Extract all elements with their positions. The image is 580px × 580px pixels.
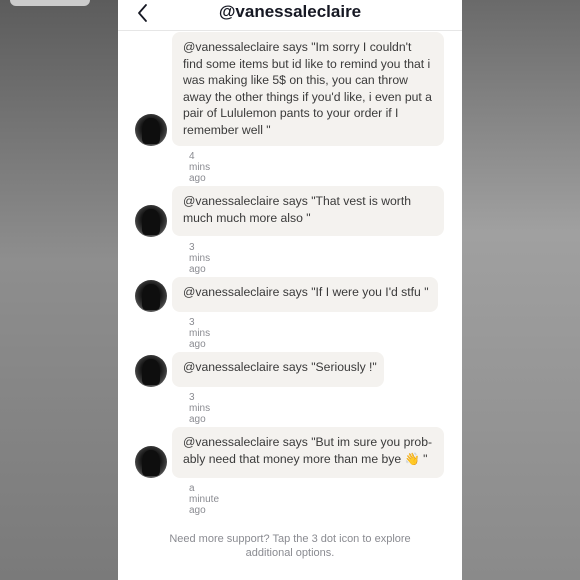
message-timestamp: 4 mins ago: [189, 151, 211, 184]
avatar[interactable]: [135, 355, 167, 387]
message-timestamp: 3 mins ago: [189, 392, 211, 425]
avatar[interactable]: [135, 205, 167, 237]
page-title: @vanessaleclaire: [218, 2, 362, 21]
avatar[interactable]: [135, 280, 167, 312]
chat-screen: @vanessaleclaire @vanessaleclaire says "…: [118, 0, 462, 580]
avatar[interactable]: [135, 446, 167, 478]
chat-header: @vanessaleclaire: [118, 0, 462, 31]
message-bubble[interactable]: @vanessaleclaire says "Im sorry I couldn…: [172, 32, 444, 146]
message-bubble[interactable]: @vanessaleclaire says "If I were you I'd…: [172, 277, 438, 312]
avatar[interactable]: [135, 114, 167, 146]
background-right: [462, 0, 580, 580]
message-bubble[interactable]: @vanessaleclaire says "That vest is wort…: [172, 186, 444, 236]
message-bubble[interactable]: @vanessaleclaire says "But im sure you p…: [172, 427, 444, 478]
message-bubble[interactable]: @vanessaleclaire says "Seriously !": [172, 352, 384, 387]
message-timestamp: 3 mins ago: [189, 242, 211, 275]
background-left: [0, 0, 118, 580]
support-note: Need more support? Tap the 3 dot icon to…: [169, 533, 411, 559]
message-timestamp: a minute ago: [189, 483, 220, 516]
message-timestamp: 3 mins ago: [189, 317, 211, 350]
